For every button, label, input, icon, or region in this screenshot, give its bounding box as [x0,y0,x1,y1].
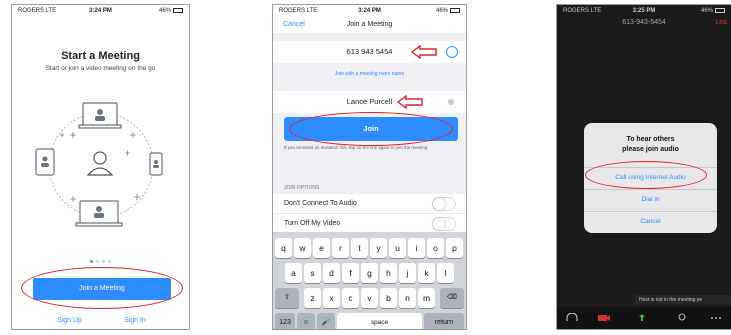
page-dot [96,260,99,263]
battery-indicator: 46% [159,5,183,17]
key-p[interactable]: p [446,238,463,258]
name-value: Lance Purcell [346,97,393,106]
leave-button[interactable]: Lea [715,19,727,26]
meeting-id-value: 613 943 5454 [346,47,393,56]
option-label: Don't Connect To Audio [284,200,357,207]
room-name-link[interactable]: Join with a meeting room name [273,71,466,77]
key-y[interactable]: y [370,238,387,258]
sign-up-link[interactable]: Sign Up [57,317,82,324]
return-key[interactable]: return [424,313,464,329]
backspace-key[interactable]: ⌫ [440,288,464,308]
dialog-title-line2: please join audio [622,146,679,153]
internet-audio-button[interactable]: Call using Internet Audio [584,167,717,187]
key-t[interactable]: t [351,238,368,258]
invitation-hint: If you received an invitation link, tap … [284,145,429,150]
key-o[interactable]: o [427,238,444,258]
dialog-title: To hear others please join audio [584,135,717,155]
microphone-key[interactable]: 🎤 [317,313,335,329]
history-clock-icon[interactable] [446,46,458,58]
key-w[interactable]: w [294,238,311,258]
keyboard: q w e r t y u i o p a s d f g h j k l ⇧ … [273,232,466,329]
dial-in-button[interactable]: Dial in [584,189,717,209]
shift-key[interactable]: ⇧ [275,288,299,308]
status-bar: ROGERS LTE 3:24 PM 46% [12,5,189,17]
battery-indicator: 46% [436,5,460,17]
space-key[interactable]: space [337,313,422,329]
in-meeting-screen: ROGERS LTE 3:25 PM 46% 613-943-5454 Lea … [556,4,731,330]
key-e[interactable]: e [313,238,330,258]
key-n[interactable]: n [399,288,416,308]
option-label: Turn Off My Video [284,220,341,227]
join-meeting-screen: ROGERS LTE 3:24 PM 46% Cancel Join a Mee… [272,4,467,330]
clear-icon[interactable] [448,99,454,105]
key-x[interactable]: x [323,288,340,308]
key-r[interactable]: r [332,238,349,258]
numbers-key[interactable]: 123 [275,313,295,329]
meeting-devices-illustration [35,102,163,227]
arrow-annotation-icon [397,95,423,109]
key-m[interactable]: m [418,288,435,308]
dialog-title-line1: To hear others [626,136,675,143]
start-meeting-screen: ROGERS LTE 3:24 PM 46% Start a Meeting S… [11,4,190,330]
battery-icon [450,7,460,13]
participants-icon[interactable] [675,313,689,323]
key-b[interactable]: b [380,288,397,308]
page-dot [102,260,105,263]
page-indicator[interactable] [12,250,189,268]
battery-icon [715,7,725,13]
key-d[interactable]: d [323,263,340,283]
no-audio-toggle[interactable] [432,197,456,211]
key-z[interactable]: z [304,288,321,308]
options-header: JOIN OPTIONS [284,185,320,191]
key-a[interactable]: a [285,263,302,283]
key-i[interactable]: i [408,238,425,258]
dialog-cancel-button[interactable]: Cancel [584,211,717,231]
option-video-off[interactable]: Turn Off My Video [273,214,466,234]
video-off-icon[interactable] [597,313,611,323]
sign-in-link[interactable]: Sign In [124,317,146,324]
key-g[interactable]: g [361,263,378,283]
meeting-id-field[interactable]: 613 943 5454 [273,41,466,63]
key-v[interactable]: v [361,288,378,308]
headphones-icon[interactable] [565,313,579,323]
battery-percent: 46% [700,8,713,14]
key-h[interactable]: h [380,263,397,283]
key-k[interactable]: k [418,263,435,283]
meeting-toolbar [557,307,731,329]
nav-bar: Cancel Join a Meeting [273,17,466,33]
page-title: Start a Meeting [61,50,140,62]
key-j[interactable]: j [399,263,416,283]
nav-title: Join a Meeting [346,21,393,28]
key-f[interactable]: f [342,263,359,283]
status-bar: ROGERS LTE 3:25 PM 46% [557,5,731,17]
status-bar: ROGERS LTE 3:24 PM 46% [273,5,466,17]
share-icon[interactable] [635,313,649,323]
battery-percent: 46% [158,8,171,14]
emoji-key[interactable]: ☺ [297,313,315,329]
key-s[interactable]: s [304,263,321,283]
page-dot [108,260,111,263]
option-no-audio[interactable]: Don't Connect To Audio [273,194,466,214]
join-meeting-button[interactable]: Join a Meeting [33,278,171,300]
key-q[interactable]: q [275,238,292,258]
page-subtitle: Start or join a video meeting on the go [45,65,156,72]
battery-icon [173,7,183,13]
meeting-number: 613-943-5454 [622,19,666,26]
battery-indicator: 46% [701,5,725,17]
join-audio-dialog: To hear others please join audio Call us… [584,123,717,233]
arrow-annotation-icon [411,45,437,59]
more-icon[interactable] [709,313,723,323]
key-u[interactable]: u [389,238,406,258]
video-off-toggle[interactable] [432,217,456,231]
page-dot [90,260,93,263]
name-field[interactable]: Lance Purcell [273,91,466,113]
key-l[interactable]: l [437,263,454,283]
battery-percent: 46% [435,8,448,14]
host-status-toast: Host is not in the meeting ye [635,295,731,305]
join-button[interactable]: Join [284,117,458,141]
key-c[interactable]: c [342,288,359,308]
